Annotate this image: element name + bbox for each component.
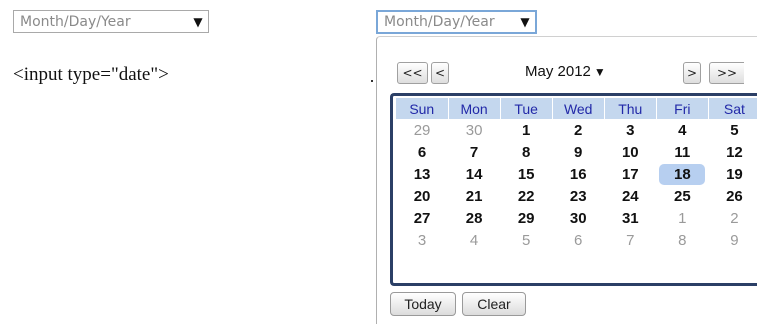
calendar-day[interactable]: 15	[500, 163, 552, 185]
weekday-header: Wed	[552, 98, 605, 119]
calendar-week-row: 13 14 15 16 17 18 19	[396, 163, 757, 185]
calendar-day-selected[interactable]: 18	[656, 163, 708, 185]
prev-year-button[interactable]: <<	[397, 62, 428, 84]
date-input-placeholder: Month/Day/Year	[384, 14, 495, 30]
weekday-header: Mon	[448, 98, 501, 119]
calendar-day[interactable]: 25	[656, 185, 708, 207]
calendar-day[interactable]: 13	[396, 163, 448, 185]
calendar-day[interactable]: 4	[448, 229, 500, 251]
calendar-day[interactable]: 11	[656, 141, 708, 163]
calendar-day[interactable]: 8	[500, 141, 552, 163]
calendar-day[interactable]: 30	[552, 207, 604, 229]
date-input-placeholder: Month/Day/Year	[20, 13, 131, 30]
prev-month-button[interactable]: <	[431, 62, 449, 84]
calendar-day[interactable]: 17	[604, 163, 656, 185]
month-year-label: May 2012	[525, 63, 591, 80]
calendar-day[interactable]: 9	[552, 141, 604, 163]
calendar-day[interactable]: 27	[396, 207, 448, 229]
weekday-header: Thu	[604, 98, 657, 119]
calendar-day[interactable]: 10	[604, 141, 656, 163]
stray-dot	[371, 80, 373, 82]
weekday-header: Fri	[656, 98, 709, 119]
calendar-day[interactable]: 1	[656, 207, 708, 229]
calendar-day[interactable]: 28	[448, 207, 500, 229]
calendar-day[interactable]: 19	[708, 163, 757, 185]
calendar-day[interactable]: 12	[708, 141, 757, 163]
next-year-button[interactable]: >>	[709, 62, 744, 84]
calendar-week-row: 6 7 8 9 10 11 12	[396, 141, 757, 163]
calendar-day[interactable]: 20	[396, 185, 448, 207]
calendar-day[interactable]: 30	[448, 119, 500, 141]
calendar-day[interactable]: 2	[708, 207, 757, 229]
calendar-table: Sun Mon Tue Wed Thu Fri Sat 29 30 1 2 3 4 5 6 7 8 9 10 11 1…	[396, 98, 757, 251]
month-year-selector[interactable]: May 2012 ▼	[525, 63, 606, 80]
weekday-header: Sun	[396, 98, 449, 119]
month-dropdown-icon: ▼	[593, 65, 606, 79]
calendar-day[interactable]: 5	[708, 119, 757, 141]
calendar-week-row: 3456789	[396, 229, 757, 251]
calendar-day[interactable]: 3	[396, 229, 448, 251]
calendar-day[interactable]: 7	[604, 229, 656, 251]
calendar-day[interactable]: 16	[552, 163, 604, 185]
calendar-week-row: 20 21 22 23 24 25 26	[396, 185, 757, 207]
calendar-grid: Sun Mon Tue Wed Thu Fri Sat 29 30 1 2 3 4 5 6 7 8 9 10 11 1…	[390, 93, 757, 286]
date-picker-popup: << < May 2012 ▼ > >> Sun Mon Tue Wed Thu Fri Sa…	[376, 36, 757, 324]
html-caption: <input type="date">	[13, 64, 169, 85]
calendar-day[interactable]: 29	[500, 207, 552, 229]
calendar-day[interactable]: 24	[604, 185, 656, 207]
calendar-day[interactable]: 31	[604, 207, 656, 229]
calendar-day[interactable]: 4	[656, 119, 708, 141]
calendar-day[interactable]: 26	[708, 185, 757, 207]
dropdown-arrow-icon[interactable]: ▼	[515, 15, 535, 29]
calendar-body: 29 30 1 2 3 4 5 6 7 8 9 10 11 12 13 14 15 16 17 18 19 20 21 22 2…	[396, 119, 757, 251]
calendar-day[interactable]: 3	[604, 119, 656, 141]
clear-button[interactable]: Clear	[462, 292, 526, 316]
calendar-day[interactable]: 22	[500, 185, 552, 207]
today-button[interactable]: Today	[390, 292, 456, 316]
calendar-day[interactable]: 14	[448, 163, 500, 185]
calendar-day[interactable]: 5	[500, 229, 552, 251]
calendar-day[interactable]: 9	[708, 229, 757, 251]
calendar-day[interactable]: 8	[656, 229, 708, 251]
dropdown-arrow-icon[interactable]: ▼	[188, 15, 208, 29]
calendar-day[interactable]: 29	[396, 119, 448, 141]
calendar-day[interactable]: 1	[500, 119, 552, 141]
weekday-header: Tue	[500, 98, 553, 119]
date-input-left[interactable]: Month/Day/Year ▼	[13, 10, 209, 33]
calendar-day[interactable]: 7	[448, 141, 500, 163]
calendar-day[interactable]: 6	[396, 141, 448, 163]
calendar-week-row: 27 28 29 30 31 1 2	[396, 207, 757, 229]
calendar-day[interactable]: 23	[552, 185, 604, 207]
weekday-header: Sat	[708, 98, 757, 119]
selected-day-label: 18	[659, 163, 706, 185]
weekday-header-row: Sun Mon Tue Wed Thu Fri Sat	[396, 98, 757, 119]
calendar-day[interactable]: 2	[552, 119, 604, 141]
calendar-week-row: 29 30 1 2 3 4 5	[396, 119, 757, 141]
next-month-button[interactable]: >	[683, 62, 701, 84]
date-input-right[interactable]: Month/Day/Year ▼	[376, 10, 537, 34]
calendar-day[interactable]: 6	[552, 229, 604, 251]
calendar-day[interactable]: 21	[448, 185, 500, 207]
